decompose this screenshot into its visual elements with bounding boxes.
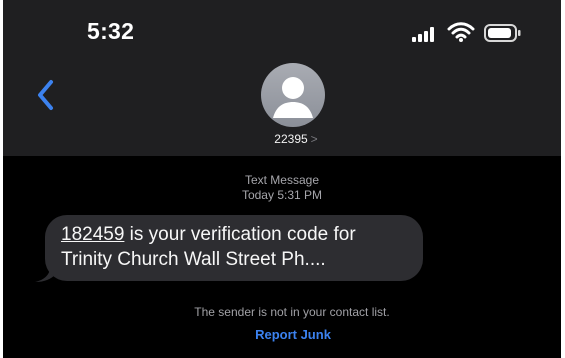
conversation-header: 5:32 22395 > <box>3 0 561 156</box>
message-date-day: Today <box>241 188 274 202</box>
status-time: 5:32 <box>87 18 135 44</box>
sender-notice: The sender is not in your contact list. <box>194 305 390 319</box>
contact-avatar[interactable] <box>261 63 325 127</box>
chevron-right-icon: > <box>310 131 318 146</box>
contact-name: 22395 <box>274 132 308 146</box>
cellular-signal-icon <box>412 26 438 42</box>
person-avatar-icon <box>273 77 313 118</box>
contact-name-button[interactable]: 22395 > <box>261 130 331 148</box>
message-line-1: 182459 is your verification code for <box>61 222 411 247</box>
wifi-icon <box>447 22 475 42</box>
message-line-2: Trinity Church Wall Street Ph.... <box>61 249 326 270</box>
messages-screen: 5:32 22395 > Text Message Today 5:31 PM … <box>3 0 561 358</box>
message-bubble[interactable]: 182459 is your verification code for Tri… <box>45 215 423 281</box>
message-line-1-text: is your verification code for <box>124 224 356 245</box>
verification-code-link[interactable]: 182459 <box>61 224 124 245</box>
message-date-time: 5:31 PM <box>277 188 323 202</box>
message-type-label: Text Message <box>244 173 320 187</box>
battery-icon <box>484 24 521 42</box>
message-timestamp: Today 5:31 PM <box>3 188 561 202</box>
report-junk-button[interactable]: Report Junk <box>238 327 348 342</box>
back-button[interactable] <box>33 78 57 112</box>
